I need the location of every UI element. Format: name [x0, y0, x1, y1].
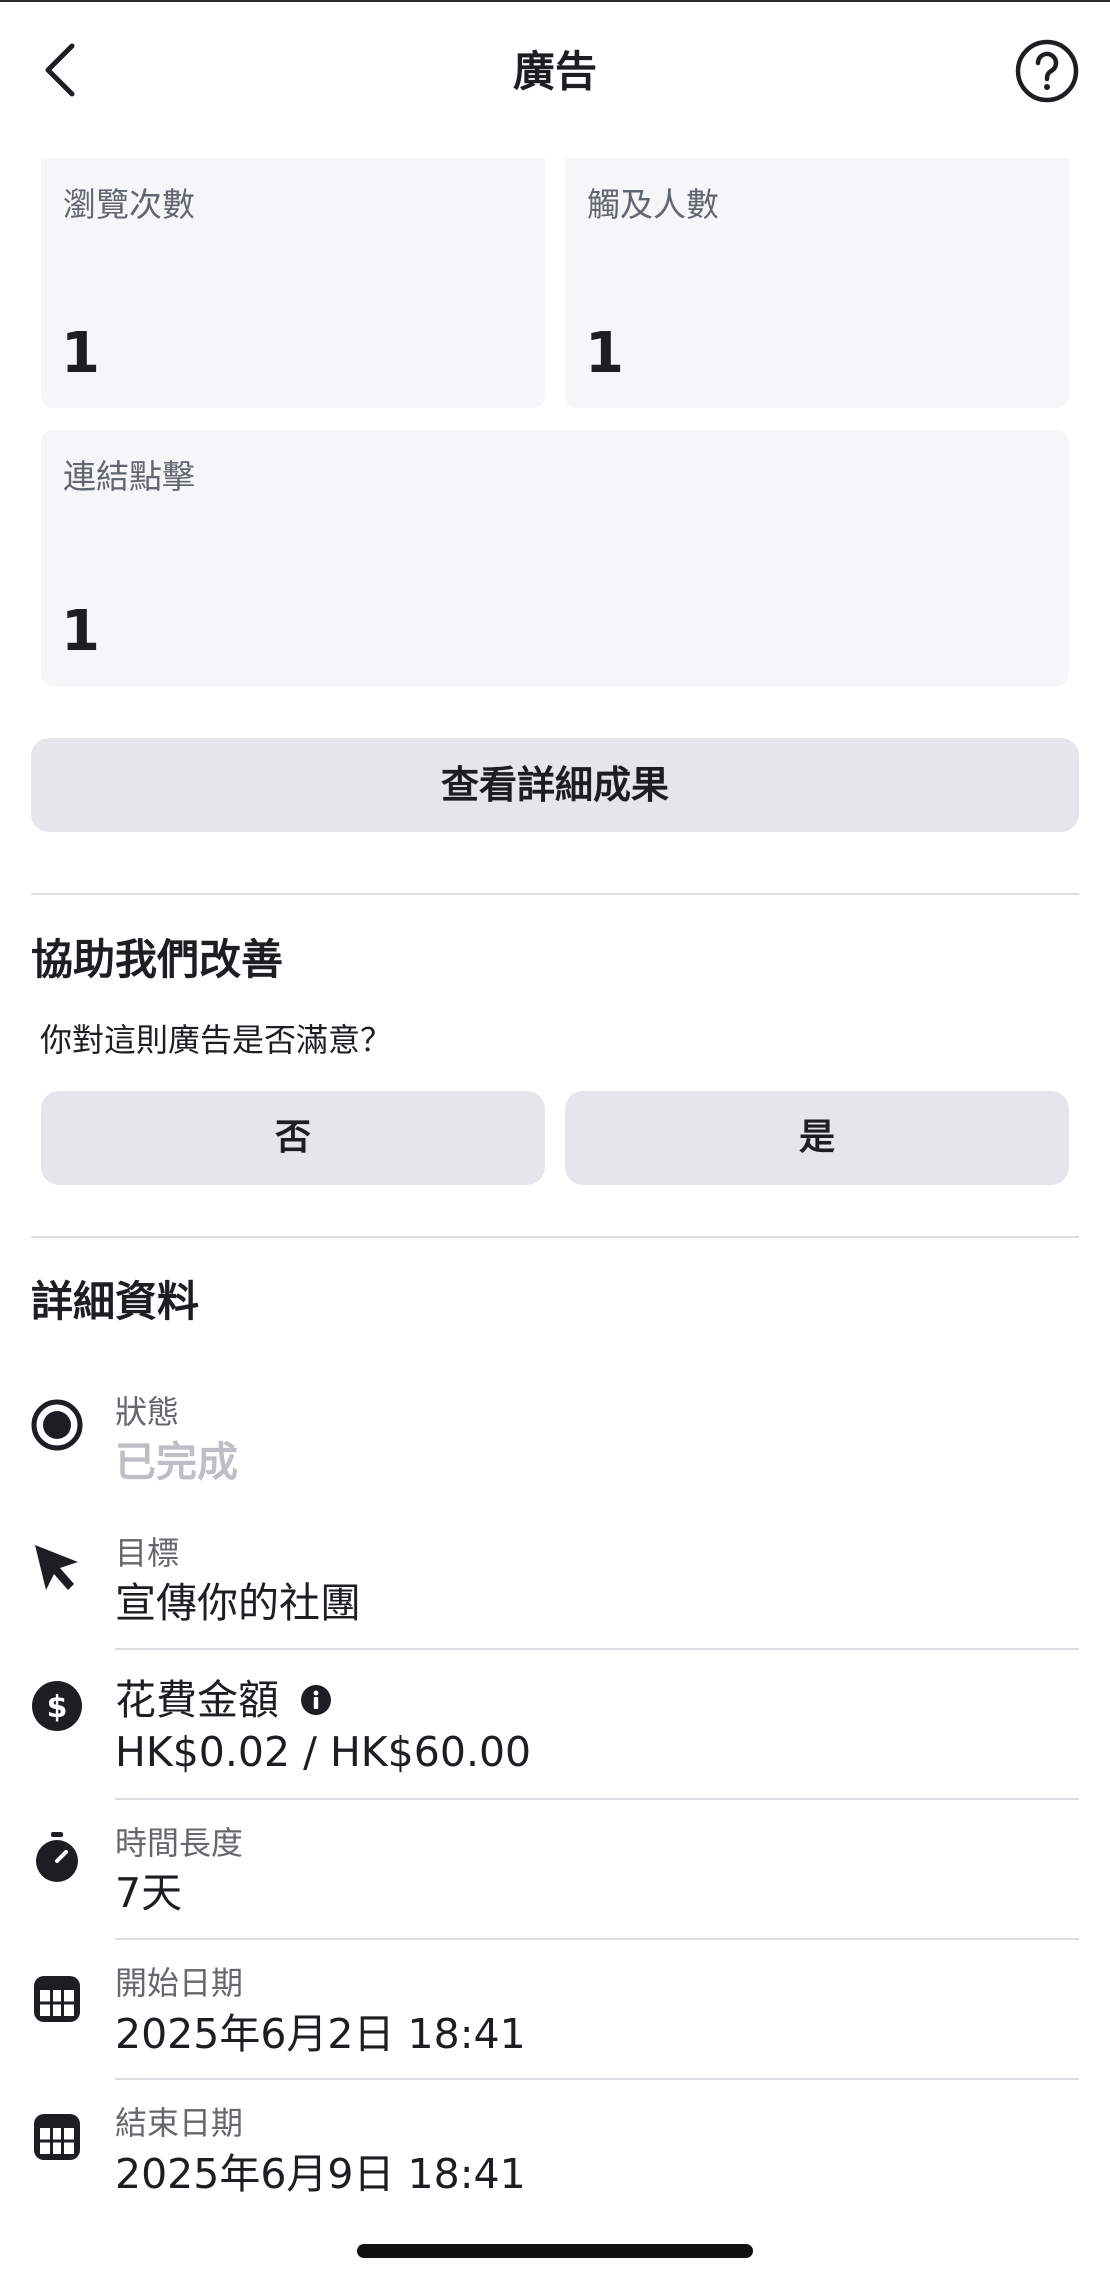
row-divider — [115, 2078, 1079, 2080]
page-title: 廣告 — [512, 47, 597, 96]
view-detailed-results-button[interactable]: 查看詳細成果 — [31, 738, 1079, 832]
calendar-icon — [34, 2114, 80, 2160]
metric-label: 瀏覽次數 — [63, 185, 195, 224]
home-indicator[interactable] — [357, 2244, 753, 2258]
help-icon[interactable] — [1014, 38, 1080, 104]
stopwatch-icon — [36, 1832, 78, 1882]
status-value: 已完成 — [115, 1438, 238, 1486]
header: 廣告 — [0, 2, 1110, 138]
start-date-value: 2025年6月2日 18:41 — [115, 2010, 526, 2058]
amount-spent-label-text: 花費金額 — [115, 1676, 279, 1724]
metric-label: 觸及人數 — [587, 185, 719, 224]
section-divider — [31, 1236, 1079, 1238]
objective-value: 宣傳你的社團 — [115, 1579, 361, 1627]
metric-card-views: 瀏覽次數 1 — [41, 158, 545, 408]
row-divider — [115, 1648, 1079, 1650]
row-divider — [115, 1798, 1079, 1800]
amount-spent-value: HK$0.02 / HK$60.00 — [115, 1728, 532, 1776]
objective-label: 目標 — [115, 1534, 180, 1572]
svg-text:$: $ — [47, 1690, 68, 1725]
info-icon[interactable] — [300, 1684, 332, 1716]
status-label: 狀態 — [115, 1393, 180, 1431]
end-date-value: 2025年6月9日 18:41 — [115, 2150, 526, 2198]
start-date-label: 開始日期 — [115, 1964, 244, 2002]
duration-label: 時間長度 — [115, 1824, 244, 1862]
feedback-no-button[interactable]: 否 — [41, 1091, 545, 1185]
metric-card-link-clicks: 連結點擊 1 — [41, 430, 1069, 686]
metric-card-reach: 觸及人數 1 — [565, 158, 1069, 408]
metric-value: 1 — [61, 321, 100, 386]
cursor-icon — [35, 1545, 78, 1590]
details-title: 詳細資料 — [31, 1277, 200, 1326]
metric-value: 1 — [585, 321, 624, 386]
section-divider — [31, 893, 1079, 895]
amount-spent-label: 花費金額 — [115, 1674, 332, 1726]
row-divider — [115, 1938, 1079, 1940]
end-date-label: 結束日期 — [115, 2104, 244, 2142]
calendar-icon — [34, 1976, 80, 2022]
metric-value: 1 — [61, 599, 100, 664]
metric-label: 連結點擊 — [63, 457, 195, 496]
feedback-yes-button[interactable]: 是 — [565, 1091, 1069, 1185]
feedback-question: 你對這則廣告是否滿意？ — [40, 1021, 393, 1059]
radio-selected-icon — [31, 1399, 83, 1451]
duration-value: 7天 — [115, 1869, 183, 1917]
dollar-icon: $ — [32, 1681, 82, 1731]
feedback-title: 協助我們改善 — [31, 935, 284, 984]
